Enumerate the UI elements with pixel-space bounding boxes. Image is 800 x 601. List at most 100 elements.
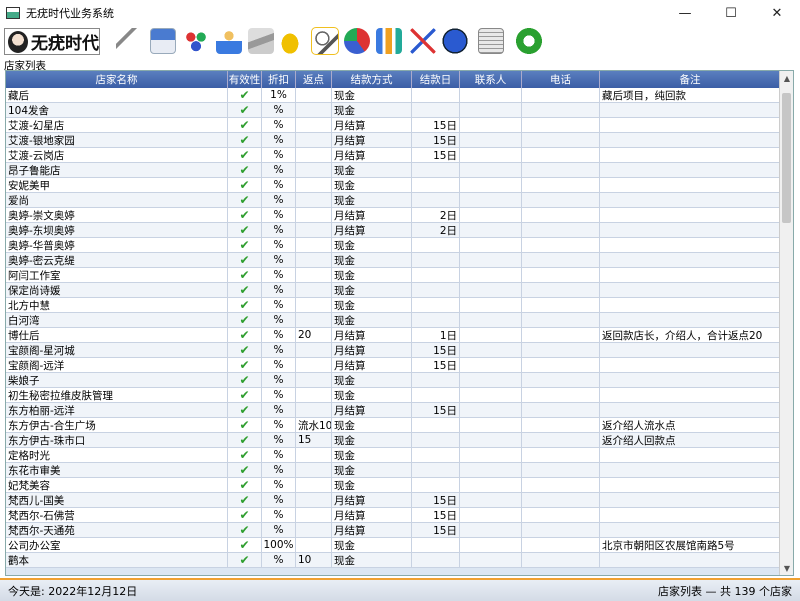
- table-row[interactable]: 奥婷-东坝奥婷 ✔% 月结算 2日: [6, 223, 781, 238]
- cell-phone: [522, 553, 600, 567]
- table-row[interactable]: 奥婷-崇文奥婷 ✔% 月结算 2日: [6, 208, 781, 223]
- cell-note: [600, 313, 781, 327]
- cell-contact: [460, 463, 522, 477]
- cell-phone: [522, 298, 600, 312]
- cell-valid: ✔: [228, 388, 262, 402]
- cell-name: 北方中慧: [6, 298, 228, 312]
- search-icon[interactable]: [311, 27, 339, 55]
- table-row[interactable]: 白河湾 ✔% 现金: [6, 313, 781, 328]
- maximize-button[interactable]: ☐: [708, 0, 754, 26]
- users-icon[interactable]: [183, 28, 209, 54]
- scroll-thumb[interactable]: [782, 93, 791, 223]
- cell-day: [412, 538, 460, 552]
- cell-rebate: [296, 373, 332, 387]
- table-row[interactable]: 初生秘密拉维皮肤管理 ✔% 现金: [6, 388, 781, 403]
- table-row[interactable]: 东方伊古-珠市口 ✔% 15 现金 返介绍人回款点: [6, 433, 781, 448]
- col-valid-header[interactable]: 有效性: [228, 71, 262, 88]
- cell-discount: %: [262, 448, 296, 462]
- cash-register-icon[interactable]: [248, 28, 274, 54]
- table-row[interactable]: 104发舍 ✔% 现金: [6, 103, 781, 118]
- table-row[interactable]: 妃梵美容 ✔% 现金: [6, 478, 781, 493]
- cell-method: 现金: [332, 163, 412, 177]
- col-day-header[interactable]: 结款日: [412, 71, 460, 88]
- ledger-icon[interactable]: [478, 28, 504, 54]
- col-name-header[interactable]: 店家名称: [6, 71, 228, 88]
- cell-valid: ✔: [228, 283, 262, 297]
- table-row[interactable]: 北方中慧 ✔% 现金: [6, 298, 781, 313]
- cell-phone: [522, 193, 600, 207]
- table-row[interactable]: 宝颜阁-远洋 ✔% 月结算 15日: [6, 358, 781, 373]
- info-icon[interactable]: [442, 28, 468, 54]
- building-icon[interactable]: [150, 28, 176, 54]
- col-discount-header[interactable]: 折扣: [262, 71, 296, 88]
- cell-day: [412, 448, 460, 462]
- table-row[interactable]: 柴娘子 ✔% 现金: [6, 373, 781, 388]
- table-row[interactable]: 奥婷-密云克缇 ✔% 现金: [6, 253, 781, 268]
- cell-note: [600, 103, 781, 117]
- table-row[interactable]: 藏后 ✔ 1% 现金 藏后项目，纯回款: [6, 88, 781, 103]
- col-rebate-header[interactable]: 返点: [296, 71, 332, 88]
- cell-rebate: 流水10: [298, 418, 332, 432]
- vertical-scrollbar[interactable]: ▲ ▼: [779, 71, 793, 575]
- cell-contact: [460, 553, 522, 567]
- refresh-icon[interactable]: [516, 28, 542, 54]
- table-row[interactable]: 奥婷-华普奥婷 ✔% 现金: [6, 238, 781, 253]
- cell-discount: %: [262, 103, 296, 117]
- cell-discount: %: [262, 418, 296, 432]
- table-row[interactable]: 宝颜阁-星河城 ✔% 月结算 15日: [6, 343, 781, 358]
- cell-method: 现金: [332, 88, 412, 102]
- syringe-icon[interactable]: [116, 28, 142, 54]
- car-icon[interactable]: [277, 28, 303, 54]
- col-contact-header[interactable]: 联系人: [460, 71, 522, 88]
- table-row[interactable]: 梵西尔-石佛营 ✔% 月结算 15日: [6, 508, 781, 523]
- table-row[interactable]: 东方伊古-合生广场 ✔% 流水10 现金 返介绍人流水点: [6, 418, 781, 433]
- cell-valid: ✔: [228, 358, 262, 372]
- cell-discount: %: [262, 253, 296, 267]
- scroll-down-icon[interactable]: ▼: [780, 561, 793, 575]
- cell-rebate: [296, 538, 332, 552]
- cell-contact: [460, 358, 522, 372]
- table-row[interactable]: 阿闫工作室 ✔% 现金: [6, 268, 781, 283]
- table-row[interactable]: 定格时光 ✔% 现金: [6, 448, 781, 463]
- scroll-up-icon[interactable]: ▲: [780, 71, 793, 85]
- cell-name: 奥婷-华普奥婷: [6, 238, 228, 252]
- col-method-header[interactable]: 结款方式: [332, 71, 412, 88]
- cell-name: 梵西儿-国美: [6, 493, 228, 507]
- table-row[interactable]: 艾渡-银地家园 ✔% 月结算 15日: [6, 133, 781, 148]
- cell-contact: [460, 523, 522, 537]
- person-gift-icon[interactable]: [216, 28, 242, 54]
- cell-discount: %: [262, 313, 296, 327]
- cell-rebate: [296, 388, 332, 402]
- table-row[interactable]: 艾渡-云岗店 ✔% 月结算 15日: [6, 148, 781, 163]
- table-row[interactable]: 爱尚 ✔% 现金: [6, 193, 781, 208]
- cell-note: [600, 373, 781, 387]
- cell-discount: %: [262, 298, 296, 312]
- table-row[interactable]: 博仕后 ✔% 20 月结算 1日 返回款店长，介绍人，合计返点20: [6, 328, 781, 343]
- minimize-button[interactable]: —: [662, 0, 708, 26]
- table-row[interactable]: 艾渡-幻星店 ✔% 月结算 15日: [6, 118, 781, 133]
- cell-phone: [522, 508, 600, 522]
- table-row[interactable]: 梵西尔-天通苑 ✔% 月结算 15日: [6, 523, 781, 538]
- cell-contact: [460, 418, 522, 432]
- col-phone-header[interactable]: 电话: [522, 71, 600, 88]
- close-button[interactable]: ✕: [754, 0, 800, 26]
- pie-chart-icon[interactable]: [344, 28, 370, 54]
- col-note-header[interactable]: 备注: [600, 71, 781, 88]
- cell-valid: ✔: [228, 448, 262, 462]
- check-icon: ✔: [239, 88, 250, 102]
- table-row[interactable]: 公司办公室 ✔ 100% 现金 北京市朝阳区农展馆南路5号: [6, 538, 781, 553]
- table-row[interactable]: 东方柏丽-远洋 ✔% 月结算 15日: [6, 403, 781, 418]
- table-row[interactable]: 东花市审美 ✔% 现金: [6, 463, 781, 478]
- cell-contact: [460, 298, 522, 312]
- tools-icon[interactable]: [410, 28, 436, 54]
- cell-discount: %: [262, 133, 296, 147]
- cell-day: 15日: [412, 508, 460, 522]
- table-row[interactable]: 梵西儿-国美 ✔% 月结算 15日: [6, 493, 781, 508]
- table-row[interactable]: 鹳本 ✔% 10 现金: [6, 553, 781, 568]
- table-row[interactable]: 保定尚诗媛 ✔% 现金: [6, 283, 781, 298]
- cell-phone: [522, 118, 600, 132]
- table-row[interactable]: 昂子鲁能店 ✔% 现金: [6, 163, 781, 178]
- table-row[interactable]: 安妮美甲 ✔% 现金: [6, 178, 781, 193]
- bar-chart-icon[interactable]: [376, 28, 402, 54]
- check-icon: ✔: [239, 163, 250, 177]
